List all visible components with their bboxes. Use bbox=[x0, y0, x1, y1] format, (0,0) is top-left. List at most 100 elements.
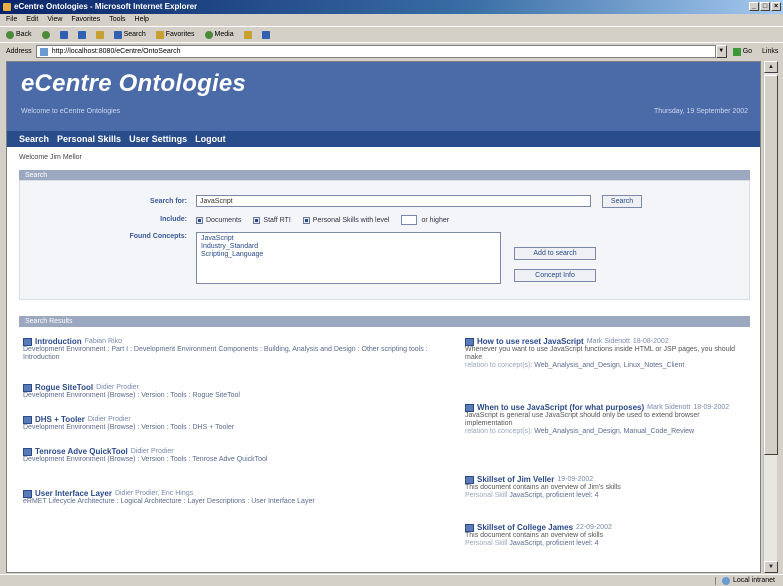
skill-label: Personal Skill bbox=[465, 540, 508, 547]
refresh-icon bbox=[77, 30, 86, 39]
menu-edit[interactable]: Edit bbox=[26, 14, 38, 26]
search-input[interactable] bbox=[196, 195, 591, 207]
result-author: Fabian Riko bbox=[84, 338, 123, 345]
concept-option[interactable]: Industry_Standard bbox=[201, 243, 496, 251]
page-icon bbox=[39, 47, 48, 56]
scroll-up-button[interactable]: ▲ bbox=[764, 61, 778, 73]
or-higher-label: or higher bbox=[421, 216, 450, 224]
result-path: eRMET Lifecycle Architecture : Logical A… bbox=[23, 498, 315, 505]
include-options: Documents Staff RTI Personal Skills with… bbox=[196, 215, 449, 225]
result-concepts[interactable]: Web_Analysis_and_Design, Linux_Notes_Cli… bbox=[534, 362, 684, 369]
result-title[interactable]: Rogue SiteTool bbox=[35, 384, 93, 392]
menu-file[interactable]: File bbox=[6, 14, 17, 26]
title-bar: eCentre Ontologies - Microsoft Internet … bbox=[0, 0, 783, 14]
result-title[interactable]: Skillset of College James bbox=[477, 524, 573, 532]
result-title[interactable]: Introduction bbox=[35, 338, 82, 346]
media-icon bbox=[204, 30, 213, 39]
result-title[interactable]: When to use JavaScript (for what purpose… bbox=[477, 404, 644, 412]
result-path: Development Environment (Browse) : Versi… bbox=[23, 424, 235, 431]
result-title[interactable]: User Interface Layer bbox=[35, 490, 112, 498]
result-author: Didier Prodier, Eric Hings bbox=[114, 490, 194, 497]
result-description: This document contains an overview of Ji… bbox=[465, 484, 621, 491]
address-bar: Address http://localhost:8080/eCentre/On… bbox=[0, 42, 783, 60]
result-skill: JavaScript, proficient level: 4 bbox=[509, 492, 599, 499]
result-author: Didier Prodier bbox=[130, 448, 174, 455]
go-arrow-icon bbox=[732, 47, 741, 56]
include-personal-skills[interactable]: Personal Skills with level bbox=[302, 216, 389, 224]
concept-info-button[interactable]: Concept Info bbox=[514, 269, 596, 282]
concept-option[interactable]: Scripting_Language bbox=[201, 251, 496, 259]
media-button[interactable]: Media bbox=[204, 30, 234, 39]
result-author: Didier Prodier bbox=[96, 384, 139, 391]
security-zone: Local intranet bbox=[714, 576, 775, 585]
search-icon bbox=[113, 30, 122, 39]
add-to-search-button[interactable]: Add to search bbox=[514, 247, 596, 260]
documents-checkbox[interactable] bbox=[196, 216, 203, 224]
stop-button[interactable] bbox=[59, 30, 68, 39]
nav-personal-skills[interactable]: Personal Skills bbox=[57, 134, 121, 144]
nav-logout[interactable]: Logout bbox=[195, 134, 226, 144]
main-nav: Search Personal Skills User Settings Log… bbox=[7, 131, 760, 147]
stop-icon bbox=[59, 30, 68, 39]
result-skill: JavaScript, proficient level: 4 bbox=[509, 540, 599, 547]
result-title[interactable]: How to use reset JavaScript bbox=[477, 338, 584, 346]
document-icon bbox=[465, 338, 474, 346]
favorites-button[interactable]: Favorites bbox=[155, 30, 195, 39]
skill-level-input[interactable] bbox=[401, 215, 418, 225]
links-button[interactable]: Links bbox=[762, 48, 778, 55]
result-item: Introduction Fabian Riko Development Envi… bbox=[23, 338, 453, 362]
staff-checkbox[interactable] bbox=[253, 216, 261, 224]
result-date: 22-09-2002 bbox=[576, 524, 612, 531]
scroll-thumb[interactable] bbox=[764, 75, 778, 455]
search-toolbar-button[interactable]: Search bbox=[113, 30, 146, 39]
result-path: Development Environment : Part I : Devel… bbox=[23, 346, 428, 361]
nav-search[interactable]: Search bbox=[19, 134, 49, 144]
include-label: Include: bbox=[160, 216, 187, 223]
result-title[interactable]: DHS + Tooler bbox=[35, 416, 85, 424]
forward-button[interactable] bbox=[41, 30, 50, 39]
close-button[interactable]: × bbox=[771, 2, 781, 11]
address-dropdown[interactable]: ▼ bbox=[715, 45, 727, 58]
personal-skills-checkbox[interactable] bbox=[302, 216, 310, 224]
back-button[interactable]: Back bbox=[6, 30, 32, 39]
menu-tools[interactable]: Tools bbox=[109, 14, 125, 26]
go-button[interactable]: Go bbox=[732, 47, 752, 56]
status-bar: Local intranet bbox=[0, 574, 783, 586]
result-path: Development Environment (Browse) : Versi… bbox=[23, 456, 268, 463]
scroll-down-button[interactable]: ▼ bbox=[764, 561, 778, 573]
tagline: Welcome to eCentre Ontologies bbox=[21, 108, 121, 115]
concepts-label: relation to concept(s): bbox=[465, 428, 533, 435]
menu-bar: File Edit View Favorites Tools Help bbox=[0, 14, 783, 26]
result-date: 18-09-2002 bbox=[693, 404, 730, 411]
maximize-button[interactable]: □ bbox=[760, 2, 770, 11]
address-input[interactable]: http://localhost:8080/eCentre/OntoSearch bbox=[35, 45, 716, 58]
search-panel: Search for: Search Include: Documents St… bbox=[19, 180, 750, 300]
refresh-button[interactable] bbox=[77, 30, 86, 39]
include-staff[interactable]: Staff RTI bbox=[253, 216, 291, 224]
document-icon bbox=[23, 384, 32, 392]
found-concepts-list[interactable]: JavaScript Industry_Standard Scripting_L… bbox=[196, 232, 501, 284]
nav-user-settings[interactable]: User Settings bbox=[129, 134, 187, 144]
mail-button[interactable] bbox=[261, 30, 270, 39]
result-title[interactable]: Tenrose Adve QuickTool bbox=[35, 448, 128, 456]
result-date: 18-08-2002 bbox=[632, 338, 669, 345]
result-title[interactable]: Skillset of Jim Veller bbox=[477, 476, 554, 484]
page-viewport: eCentre Ontologies Welcome to eCentre On… bbox=[6, 61, 761, 573]
menu-help[interactable]: Help bbox=[135, 14, 149, 26]
home-button[interactable] bbox=[95, 30, 104, 39]
document-icon bbox=[23, 490, 32, 498]
ie-icon bbox=[3, 3, 11, 11]
concept-option[interactable]: JavaScript bbox=[201, 235, 496, 243]
search-button[interactable]: Search bbox=[602, 195, 642, 208]
person-icon bbox=[465, 524, 474, 532]
result-description: Whenever you want to use JavaScript func… bbox=[465, 346, 736, 361]
menu-view[interactable]: View bbox=[47, 14, 62, 26]
history-button[interactable] bbox=[243, 30, 252, 39]
menu-favorites[interactable]: Favorites bbox=[71, 14, 100, 26]
vertical-scrollbar[interactable]: ▲ ▼ bbox=[763, 61, 778, 573]
result-concepts[interactable]: Web_Analysis_and_Design, Manual_Code_Rev… bbox=[534, 428, 694, 435]
include-documents[interactable]: Documents bbox=[196, 216, 241, 224]
minimize-button[interactable]: _ bbox=[749, 2, 759, 11]
result-author: Didier Prodier bbox=[87, 416, 131, 423]
result-item: Tenrose Adve QuickTool Didier Prodier Dev… bbox=[23, 448, 453, 464]
